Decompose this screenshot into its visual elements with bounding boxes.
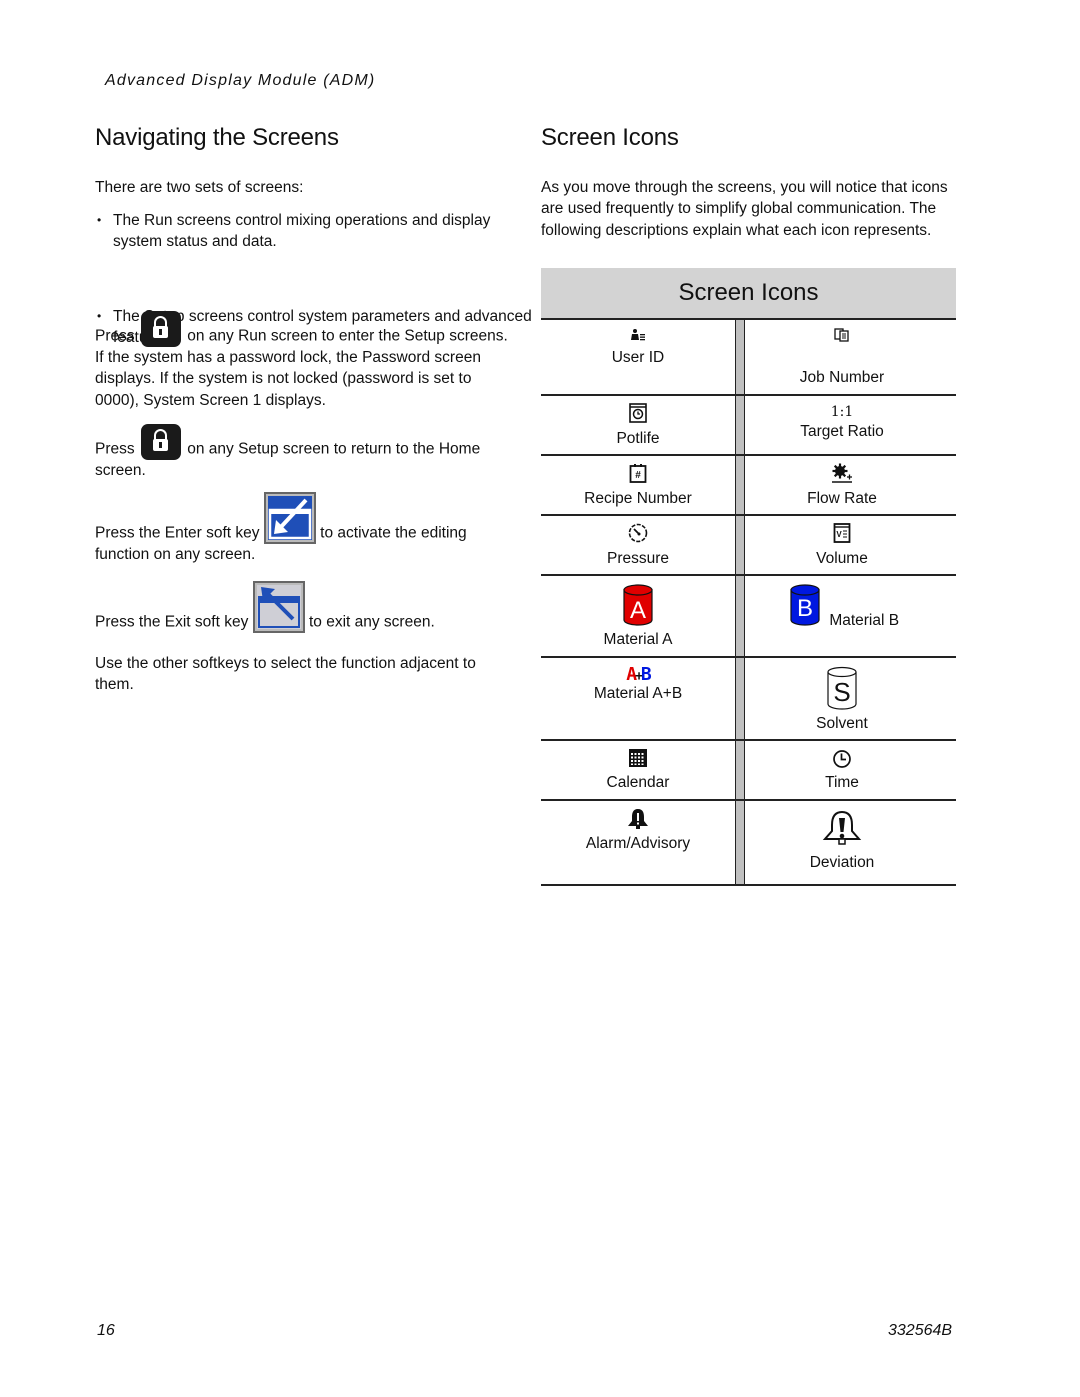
potlife-icon bbox=[629, 403, 647, 428]
icon-cell-time: Time bbox=[745, 741, 939, 799]
icon-label: User ID bbox=[611, 349, 665, 366]
table-header: Screen Icons bbox=[541, 268, 956, 320]
icon-label: Material B bbox=[829, 612, 900, 629]
column-divider bbox=[735, 801, 745, 884]
recipe-number-icon: # bbox=[629, 463, 647, 488]
icon-cell-user-id: User ID bbox=[541, 320, 735, 394]
table-row: User ID Job Number bbox=[541, 320, 956, 396]
material-a-glyph: A bbox=[630, 597, 646, 624]
icon-label: Pressure bbox=[606, 550, 670, 567]
solvent-glyph: S bbox=[833, 677, 850, 707]
table-row: A Material A B Material B bbox=[541, 576, 956, 658]
column-divider bbox=[735, 741, 745, 799]
icon-label: Material A+B bbox=[593, 685, 683, 702]
volume-icon: V bbox=[833, 523, 851, 548]
icon-label: Potlife bbox=[616, 430, 660, 447]
icon-label: Recipe Number bbox=[584, 490, 692, 507]
material-a-plus-b-icon: A+B bbox=[626, 664, 652, 685]
table-row: Pressure V Volume bbox=[541, 516, 956, 576]
press-label: Press bbox=[95, 440, 135, 458]
icon-cell-material-b: B Material B bbox=[745, 576, 939, 656]
icon-label: Solvent bbox=[816, 715, 868, 732]
table-row: Potlife 1:1 Target Ratio bbox=[541, 396, 956, 456]
time-icon bbox=[832, 749, 852, 774]
icon-cell-solvent: S Solvent bbox=[745, 658, 939, 739]
icon-label: Job Number bbox=[799, 369, 885, 386]
material-b-icon: B bbox=[789, 584, 821, 631]
alarm-advisory-icon bbox=[627, 808, 649, 835]
icon-cell-deviation: Deviation bbox=[745, 801, 939, 884]
intro-text: There are two sets of screens: bbox=[95, 179, 304, 196]
exit-suffix: to exit any screen. bbox=[308, 613, 435, 631]
section-title-navigating: Navigating the Screens bbox=[95, 124, 339, 151]
svg-text:V: V bbox=[836, 530, 842, 539]
icon-label: Flow Rate bbox=[807, 490, 877, 507]
icon-cell-recipe-number: # Recipe Number bbox=[541, 456, 735, 514]
exit-prefix: Press the Exit soft key bbox=[95, 613, 249, 631]
job-number-icon bbox=[834, 328, 850, 347]
icon-label: Alarm/Advisory bbox=[585, 835, 691, 852]
column-divider bbox=[735, 396, 745, 454]
document-number: 332564B bbox=[888, 1322, 953, 1339]
icon-cell-calendar: Calendar bbox=[541, 741, 735, 799]
lock-icon bbox=[140, 424, 181, 460]
target-ratio-icon: 1:1 bbox=[830, 404, 854, 420]
icon-cell-pressure: Pressure bbox=[541, 516, 735, 574]
icon-label: Material A bbox=[603, 631, 673, 648]
deviation-icon bbox=[822, 809, 862, 854]
user-id-icon bbox=[630, 328, 646, 347]
screen-icons-intro: As you move through the screens, you wil… bbox=[541, 179, 948, 239]
column-divider bbox=[735, 576, 745, 656]
icon-cell-potlife: Potlife bbox=[541, 396, 735, 454]
icon-cell-job-number: Job Number bbox=[745, 320, 939, 394]
material-a-icon: A bbox=[622, 584, 654, 631]
table-row: Alarm/Advisory Deviation bbox=[541, 801, 956, 886]
enter-arrow-icon bbox=[263, 492, 316, 544]
press-label: Press bbox=[95, 327, 135, 345]
table-row: Calendar Time bbox=[541, 741, 956, 801]
icon-label: Time bbox=[825, 774, 859, 791]
solvent-icon: S bbox=[826, 666, 858, 715]
icon-cell-volume: V Volume bbox=[745, 516, 939, 574]
icon-cell-alarm-advisory: Alarm/Advisory bbox=[541, 801, 735, 884]
table-row: # Recipe Number Flow Rate bbox=[541, 456, 956, 516]
table-row: A+B Material A+B S Solvent bbox=[541, 658, 956, 741]
icon-cell-material-a: A Material A bbox=[541, 576, 735, 656]
softkeys-note: Use the other softkeys to select the fun… bbox=[95, 655, 476, 694]
pressure-icon bbox=[628, 523, 648, 548]
svg-text:#: # bbox=[635, 470, 641, 481]
bullet-run-screens: The Run screens control mixing operation… bbox=[95, 210, 533, 253]
exit-paragraph: Press the Exit soft key to exit any scre… bbox=[95, 581, 515, 633]
setup-paragraph: Press on any Run screen to enter the Set… bbox=[95, 311, 515, 411]
icon-label: Deviation bbox=[809, 854, 875, 871]
icon-cell-target-ratio: 1:1 Target Ratio bbox=[745, 396, 939, 454]
bullet-text: The Run screens control mixing operation… bbox=[113, 212, 491, 251]
page-number: 16 bbox=[97, 1322, 115, 1339]
icon-label: Calendar bbox=[606, 774, 670, 791]
calendar-icon bbox=[629, 749, 647, 772]
column-divider bbox=[735, 456, 745, 514]
glyph-b: B bbox=[640, 664, 652, 685]
icon-cell-flow-rate: Flow Rate bbox=[745, 456, 939, 514]
section-title-screen-icons: Screen Icons bbox=[541, 124, 679, 151]
column-divider bbox=[735, 516, 745, 574]
flow-rate-icon bbox=[831, 463, 853, 488]
running-head: Advanced Display Module (ADM) bbox=[105, 72, 376, 89]
screen-icons-table: Screen Icons User ID Job Number Potlife … bbox=[541, 268, 956, 886]
enter-paragraph: Press the Enter soft key to activate the… bbox=[95, 492, 515, 565]
icon-cell-material-a-plus-b: A+B Material A+B bbox=[541, 658, 735, 739]
enter-prefix: Press the Enter soft key bbox=[95, 524, 260, 542]
home-paragraph: Press on any Setup screen to return to t… bbox=[95, 424, 515, 481]
icon-label: Target Ratio bbox=[800, 423, 884, 440]
icon-label: Volume bbox=[816, 550, 868, 567]
glyph-a: A bbox=[626, 664, 637, 685]
lock-icon bbox=[140, 311, 181, 347]
column-divider bbox=[735, 320, 745, 394]
exit-arrow-icon bbox=[252, 581, 305, 633]
column-divider bbox=[735, 658, 745, 739]
material-b-glyph: B bbox=[797, 595, 813, 622]
